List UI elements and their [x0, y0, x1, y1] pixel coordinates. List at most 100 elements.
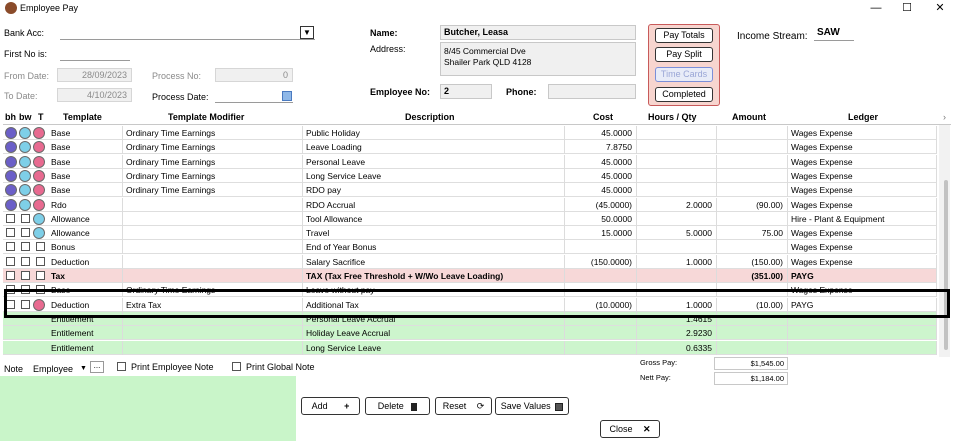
- bh-indicator-icon[interactable]: [5, 141, 17, 154]
- bw-checkbox[interactable]: [21, 242, 30, 252]
- cell-ledger: Wages Expense: [788, 197, 937, 212]
- table-row[interactable]: Entitlement Long Service Leave 0.6335: [3, 340, 937, 355]
- col-template[interactable]: Template: [63, 112, 102, 122]
- cell-template: Entitlement: [48, 340, 123, 355]
- cell-hours-qty: 5.0000: [637, 226, 717, 241]
- cell-description: Tool Allowance: [303, 211, 565, 226]
- cell-cost: 45.0000: [565, 183, 637, 198]
- bh-indicator-icon[interactable]: [5, 198, 17, 211]
- col-amount[interactable]: Amount: [732, 112, 766, 122]
- table-row[interactable]: Bonus End of Year Bonus Wages Expense: [3, 240, 937, 255]
- note-ellipsis-button[interactable]: ...: [90, 361, 104, 373]
- calendar-icon[interactable]: [282, 91, 292, 101]
- bw-indicator-icon[interactable]: [19, 141, 31, 154]
- bw-indicator-icon[interactable]: [19, 127, 31, 139]
- chevron-down-icon[interactable]: ▼: [80, 365, 87, 372]
- cell-cost: [565, 269, 637, 283]
- table-row[interactable]: Allowance Tool Allowance 50.0000 Hire - Pla…: [3, 211, 937, 226]
- table-row[interactable]: Allowance Travel 15.0000 5.0000 75.00 Wages E…: [3, 226, 937, 241]
- bw-indicator-icon[interactable]: [19, 184, 31, 197]
- bh-indicator-icon[interactable]: [5, 155, 17, 168]
- income-stream-label: Income Stream:: [737, 31, 808, 42]
- table-row[interactable]: Base Ordinary Time Earnings Long Service L…: [3, 168, 937, 183]
- bank-acc-select[interactable]: [60, 26, 315, 40]
- cell-hours-qty: 0.6335: [637, 340, 717, 355]
- table-row[interactable]: Rdo RDO Accrual (45.0000) 2.0000 (90.00) Wage…: [3, 197, 937, 212]
- save-values-button[interactable]: Save Values: [495, 397, 569, 415]
- bh-checkbox[interactable]: [6, 242, 15, 252]
- t-indicator-icon[interactable]: [33, 127, 45, 139]
- close-window-button[interactable]: ✕: [932, 1, 948, 15]
- col-bw[interactable]: bw: [19, 112, 32, 122]
- t-indicator-icon[interactable]: [33, 198, 45, 211]
- bw-checkbox[interactable]: [21, 213, 30, 223]
- table-row[interactable]: Deduction Salary Sacrifice (150.0000) 1.000…: [3, 254, 937, 269]
- t-indicator-icon[interactable]: [33, 212, 45, 225]
- t-indicator-icon[interactable]: [33, 155, 45, 168]
- pay-split-button[interactable]: Pay Split: [655, 47, 713, 62]
- bh-checkbox[interactable]: [6, 213, 15, 223]
- table-row[interactable]: Base Ordinary Time Earnings Public Holiday…: [3, 126, 937, 140]
- bh-checkbox[interactable]: [6, 228, 15, 238]
- cell-amount: [717, 340, 788, 355]
- t-checkbox[interactable]: [36, 256, 45, 266]
- cell-template: Base: [48, 168, 123, 183]
- completed-button[interactable]: Completed: [655, 87, 713, 102]
- close-button[interactable]: Close ✕: [600, 420, 660, 438]
- cell-template-modifier: [123, 326, 303, 341]
- cell-ledger: Wages Expense: [788, 254, 937, 269]
- cell-template: Base: [48, 183, 123, 198]
- chevron-down-icon[interactable]: ▼: [300, 26, 314, 39]
- col-ledger[interactable]: Ledger: [848, 112, 878, 122]
- first-no-field[interactable]: [60, 47, 130, 61]
- col-cost[interactable]: Cost: [593, 112, 613, 122]
- table-row[interactable]: Base Ordinary Time Earnings Personal Leave…: [3, 154, 937, 169]
- bw-checkbox[interactable]: [21, 228, 30, 238]
- t-checkbox[interactable]: [36, 271, 45, 280]
- pay-totals-button[interactable]: Pay Totals: [655, 28, 713, 43]
- trash-icon: [411, 402, 418, 411]
- cell-template: Bonus: [48, 240, 123, 255]
- minimize-button[interactable]: —: [868, 1, 884, 15]
- reset-button[interactable]: Reset ⟳: [435, 397, 492, 415]
- selection-highlight: [4, 289, 950, 318]
- delete-button[interactable]: Delete: [365, 397, 430, 415]
- bw-checkbox[interactable]: [21, 256, 30, 266]
- cell-template-modifier: Ordinary Time Earnings: [123, 140, 303, 155]
- note-text-area[interactable]: [0, 376, 296, 441]
- bh-indicator-icon[interactable]: [5, 184, 17, 197]
- col-hours-qty[interactable]: Hours / Qty: [648, 112, 697, 122]
- employee-name: Butcher, Leasa: [440, 25, 636, 40]
- t-checkbox[interactable]: [36, 242, 45, 252]
- grid-scroll-thumb[interactable]: [944, 180, 948, 350]
- to-date-value: 4/10/2023: [86, 90, 127, 100]
- col-template-modifier[interactable]: Template Modifier: [168, 112, 244, 122]
- table-row[interactable]: Base Ordinary Time Earnings Leave Loading 7…: [3, 140, 937, 155]
- col-bh[interactable]: bh: [5, 112, 16, 122]
- bw-indicator-icon[interactable]: [19, 198, 31, 211]
- cell-ledger: Wages Expense: [788, 168, 937, 183]
- t-indicator-icon[interactable]: [33, 141, 45, 154]
- bw-checkbox[interactable]: [21, 271, 30, 280]
- col-t[interactable]: T: [38, 112, 44, 122]
- bw-indicator-icon[interactable]: [19, 169, 31, 182]
- bh-checkbox[interactable]: [6, 271, 15, 280]
- bh-indicator-icon[interactable]: [5, 169, 17, 182]
- delete-label: Delete: [377, 401, 404, 411]
- t-indicator-icon[interactable]: [33, 169, 45, 182]
- scroll-right-icon[interactable]: ›: [943, 112, 946, 122]
- print-employee-note-checkbox[interactable]: [117, 362, 126, 371]
- bw-indicator-icon[interactable]: [19, 155, 31, 168]
- col-description[interactable]: Description: [405, 112, 455, 122]
- t-indicator-icon[interactable]: [33, 227, 45, 240]
- maximize-button[interactable]: ☐: [899, 1, 915, 15]
- table-row[interactable]: Tax TAX (Tax Free Threshold + W/Wo Leave …: [3, 269, 937, 283]
- print-global-note-checkbox[interactable]: [232, 362, 241, 371]
- table-row[interactable]: Base Ordinary Time Earnings RDO pay 45.0000…: [3, 183, 937, 198]
- bh-indicator-icon[interactable]: [5, 127, 17, 139]
- t-indicator-icon[interactable]: [33, 184, 45, 197]
- note-type-select[interactable]: Employee: [33, 364, 73, 374]
- bh-checkbox[interactable]: [6, 256, 15, 266]
- table-row[interactable]: Entitlement Holiday Leave Accrual 2.9230: [3, 326, 937, 341]
- add-button[interactable]: Add +: [301, 397, 360, 415]
